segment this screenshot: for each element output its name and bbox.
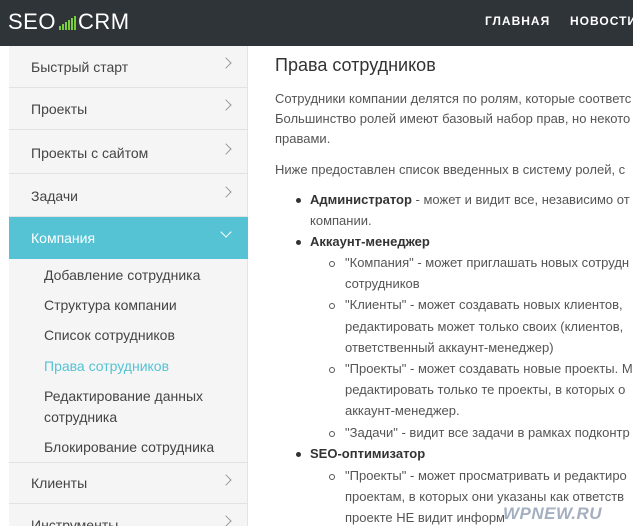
signal-bars-icon <box>58 14 76 30</box>
role-name: Администратор <box>310 192 412 207</box>
sidebar-item-tools[interactable]: Инструменты <box>9 504 248 526</box>
nav-link-home[interactable]: ГЛАВНАЯ <box>485 14 550 28</box>
chevron-right-icon <box>220 143 232 155</box>
role-item-line: проекте НЕ видит информ <box>345 510 505 525</box>
chevron-right-icon <box>220 186 232 198</box>
intro-line: правами. <box>275 131 331 146</box>
role-item-line: ответственный аккаунт-менеджер) <box>345 340 554 355</box>
role-name: Аккаунт-менеджер <box>310 234 430 249</box>
role-admin: Администратор - может и видит все, незав… <box>310 189 630 210</box>
role-item-line: аккаунт-менеджер. <box>345 403 460 418</box>
sidebar-item-tasks[interactable]: Задачи <box>9 175 248 217</box>
list-intro: Ниже предоставлен список введенных в сис… <box>275 162 626 177</box>
role-item-line: редактировать только те проекты, в котор… <box>345 382 626 397</box>
sub-bullet-icon <box>329 367 335 373</box>
role-item-line: "Задачи" - видит все задачи в рамках под… <box>345 425 630 440</box>
role-item-line: "Проекты" - может просматривать и редакт… <box>345 468 627 483</box>
chevron-down-icon <box>220 226 232 238</box>
sidebar-item-label: Инструменты <box>31 516 119 526</box>
sidebar-item-label: Проекты <box>31 100 88 117</box>
sidebar-item-projects[interactable]: Проекты <box>9 88 248 130</box>
sidebar-item-clients[interactable]: Клиенты <box>9 462 248 504</box>
role-item-line: "Клиенты" - может создавать новых клиент… <box>345 297 623 312</box>
sidebar-item-label: Быстрый старт <box>31 58 129 75</box>
intro-line: Большинство ролей имеют базовый набор пр… <box>275 111 631 126</box>
main-content: Права сотрудников Сотрудники компании де… <box>275 46 633 526</box>
top-navbar: SEO CRM ГЛАВНАЯ НОВОСТИ <box>0 0 633 46</box>
intro-line: Сотрудники компании делятся по ролям, ко… <box>275 91 632 106</box>
bullet-icon <box>296 240 301 245</box>
role-item-line: сотрудников <box>345 276 420 291</box>
logo-text-crm: CRM <box>77 9 130 34</box>
sidebar-item-label: Клиенты <box>31 475 88 491</box>
submenu-employee-rights[interactable]: Права сотрудников <box>44 356 244 377</box>
logo-text-seo: SEO <box>8 9 56 34</box>
bullet-icon <box>296 452 301 457</box>
sidebar-item-company[interactable]: Компания <box>9 217 248 259</box>
sidebar-item-projects-with-site[interactable]: Проекты с сайтом <box>9 132 248 174</box>
sidebar: Быстрый старт Проекты Проекты с сайтом З… <box>9 46 248 526</box>
submenu-block-employee[interactable]: Блокирование сотрудника <box>44 437 244 458</box>
submenu-label-line: сотрудника <box>44 409 118 425</box>
sidebar-item-label: Компания <box>31 230 96 246</box>
page-title: Права сотрудников <box>275 55 436 75</box>
submenu-employee-list[interactable]: Список сотрудников <box>44 325 244 346</box>
chevron-right-icon <box>220 515 232 526</box>
sub-bullet-icon <box>329 261 335 267</box>
sidebar-item-quick-start[interactable]: Быстрый старт <box>9 46 248 88</box>
sub-bullet-icon <box>329 303 335 309</box>
role-item-line: редактировать может только своих (клиент… <box>345 319 624 334</box>
role-item-line: "Компания" - может приглашать новых сотр… <box>345 255 630 270</box>
chevron-right-icon <box>220 99 232 111</box>
sidebar-item-label: Проекты с сайтом <box>31 144 149 161</box>
role-desc-cont: компании. <box>310 213 372 228</box>
role-name: SEO-оптимизатор <box>310 446 426 461</box>
submenu-add-employee[interactable]: Добавление сотрудника <box>44 265 244 286</box>
bullet-icon <box>296 198 301 203</box>
submenu-label-line: Редактирование данных <box>44 388 204 404</box>
logo[interactable]: SEO CRM <box>8 8 130 36</box>
role-item-line: "Проекты" - может создавать новые проект… <box>345 361 633 376</box>
watermark: WPNEW.RU <box>503 504 603 523</box>
submenu-edit-employee-data[interactable]: Редактирование данных сотрудника <box>44 386 244 428</box>
chevron-right-icon <box>220 57 232 69</box>
chevron-right-icon <box>220 474 232 486</box>
sub-bullet-icon <box>329 474 335 480</box>
role-desc: - может и видит все, независимо от <box>411 192 630 207</box>
sub-bullet-icon <box>329 431 335 437</box>
submenu-company-structure[interactable]: Структура компании <box>44 295 244 316</box>
nav-link-news[interactable]: НОВОСТИ <box>570 14 633 28</box>
sidebar-item-label: Задачи <box>31 187 79 204</box>
